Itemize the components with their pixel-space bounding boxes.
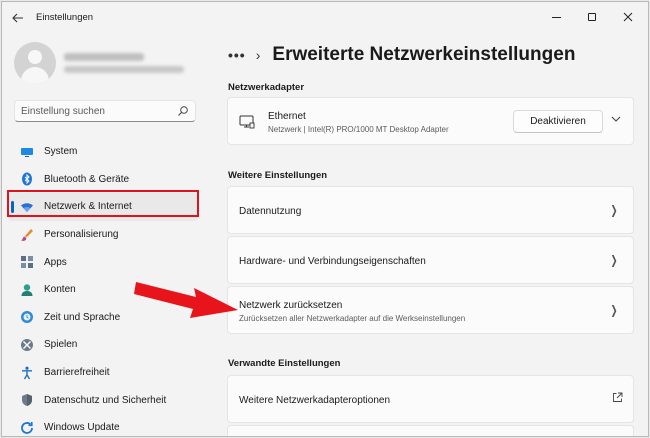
profile-email-blurred	[64, 66, 184, 73]
settings-item-subtitle: Zurücksetzen aller Netzwerkadapter auf d…	[239, 314, 466, 323]
section-label-related: Verwandte Einstellungen	[228, 358, 341, 369]
open-external-icon	[613, 392, 623, 402]
deactivate-button[interactable]: Deaktivieren	[513, 110, 603, 133]
settings-item-title: Hardware- und Verbindungseigenschaften	[239, 256, 426, 267]
sidebar-item-windows-update[interactable]: Windows Update	[8, 414, 198, 436]
chevron-right-icon: ❯	[610, 253, 618, 267]
page-title: Erweiterte Netzwerkeinstellungen	[272, 44, 576, 65]
chevron-down-icon[interactable]	[609, 112, 623, 126]
sidebar-item-label: Spielen	[44, 339, 78, 351]
settings-item-title: Datennutzung	[239, 206, 302, 217]
sidebar-item-label: Konten	[44, 284, 76, 296]
maximize-button[interactable]	[576, 7, 608, 27]
section-label-adapter: Netzwerkadapter	[228, 82, 305, 93]
sidebar-item-label: Barrierefreiheit	[44, 367, 110, 379]
monitor-icon	[20, 145, 34, 159]
settings-item-partial[interactable]	[227, 425, 634, 436]
app-title: Einstellungen	[36, 12, 94, 23]
chevron-right-icon: ❯	[610, 303, 618, 317]
search-box[interactable]	[14, 100, 196, 122]
sidebar-item-label: Personalisierung	[44, 229, 119, 241]
avatar	[14, 42, 56, 84]
breadcrumb-more-button[interactable]: •••	[228, 47, 246, 63]
person-icon	[20, 283, 34, 297]
settings-item-title: Netzwerk zurücksetzen	[239, 300, 343, 311]
title-bar: Einstellungen	[2, 2, 648, 34]
adapter-description: Netzwerk | Intel(R) PRO/1000 MT Desktop …	[268, 125, 449, 134]
section-label-more: Weitere Einstellungen	[228, 170, 328, 181]
chevron-right-icon: ❯	[610, 203, 618, 217]
settings-item-network-reset[interactable]: Netzwerk zurücksetzen Zurücksetzen aller…	[227, 286, 634, 334]
shield-icon	[20, 393, 34, 407]
globe-clock-icon	[20, 310, 34, 324]
sidebar-item-label: Zeit und Sprache	[44, 311, 121, 323]
apps-icon	[20, 255, 34, 269]
sidebar-item-accessibility[interactable]: Barrierefreiheit	[8, 359, 198, 387]
search-icon	[178, 106, 188, 116]
settings-item-more-adapter-options[interactable]: Weitere Netzwerkadapteroptionen	[227, 375, 634, 423]
chevron-right-icon: ›	[255, 47, 261, 63]
annotation-arrow	[134, 282, 238, 318]
bluetooth-icon	[20, 172, 34, 186]
close-button[interactable]	[612, 7, 644, 27]
ethernet-icon	[239, 115, 255, 129]
annotation-highlight-box	[7, 190, 199, 217]
brush-icon	[20, 228, 34, 242]
minimize-icon	[551, 17, 561, 19]
adapter-name: Ethernet	[268, 111, 306, 122]
adapter-card-ethernet[interactable]: Ethernet Netzwerk | Intel(R) PRO/1000 MT…	[227, 97, 634, 145]
sidebar-item-privacy[interactable]: Datenschutz und Sicherheit	[8, 386, 198, 414]
search-input[interactable]	[21, 104, 171, 118]
sidebar-item-gaming[interactable]: Spielen	[8, 331, 198, 359]
update-icon	[20, 421, 34, 435]
sidebar-item-label: Bluetooth & Geräte	[44, 173, 130, 185]
sidebar-item-system[interactable]: System	[8, 138, 198, 166]
breadcrumb: ••• › Erweiterte Netzwerkeinstellungen	[228, 42, 575, 68]
accessibility-icon	[20, 366, 34, 380]
close-icon	[623, 12, 633, 22]
sidebar-item-personalization[interactable]: Personalisierung	[8, 221, 198, 249]
xbox-icon	[20, 338, 34, 352]
sidebar-item-label: Apps	[44, 256, 67, 268]
profile-name-blurred	[64, 53, 144, 61]
maximize-icon	[588, 12, 596, 21]
sidebar-item-label: Datenschutz und Sicherheit	[44, 394, 167, 406]
minimize-button[interactable]	[540, 7, 572, 27]
sidebar-item-label: System	[44, 146, 78, 158]
settings-item-data-usage[interactable]: Datennutzung ❯	[227, 186, 634, 234]
settings-item-hardware-properties[interactable]: Hardware- und Verbindungseigenschaften ❯	[227, 236, 634, 284]
arrow-left-icon	[12, 13, 23, 23]
settings-item-title: Weitere Netzwerkadapteroptionen	[239, 395, 391, 406]
sidebar-item-label: Windows Update	[44, 422, 120, 434]
back-button[interactable]	[8, 9, 28, 27]
settings-window: Einstellungen System Bluetooth & Geräte	[1, 1, 649, 437]
